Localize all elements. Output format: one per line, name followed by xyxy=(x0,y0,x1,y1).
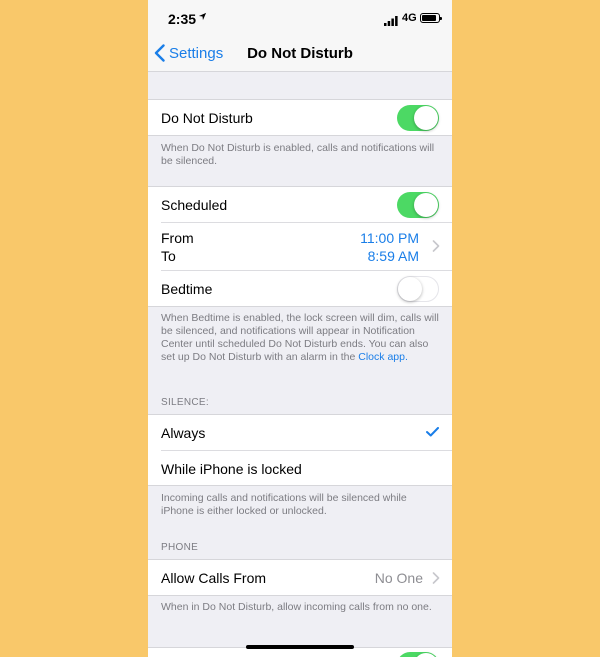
dnd-footer: When Do Not Disturb is enabled, calls an… xyxy=(161,142,435,167)
checkmark-icon xyxy=(426,427,439,437)
network-type: 4G xyxy=(402,12,417,24)
locked-label: While iPhone is locked xyxy=(161,461,302,477)
locked-row[interactable]: While iPhone is locked xyxy=(148,451,452,485)
silence-footer: Incoming calls and notifications will be… xyxy=(161,492,407,517)
phone-footer: When in Do Not Disturb, allow incoming c… xyxy=(161,601,432,613)
scheduled-row: Scheduled xyxy=(148,187,452,222)
dnd-group: Do Not Disturb xyxy=(148,99,452,136)
to-time: 8:59 AM xyxy=(367,248,419,264)
allow-calls-row[interactable]: Allow Calls From No One xyxy=(148,560,452,595)
clock-app-link[interactable]: Clock app. xyxy=(358,351,408,363)
from-label: From xyxy=(161,230,194,246)
always-label: Always xyxy=(161,425,206,441)
dnd-row: Do Not Disturb xyxy=(148,100,452,135)
bedtime-label: Bedtime xyxy=(161,281,213,297)
from-time: 11:00 PM xyxy=(360,230,419,246)
navigation-bar: Settings Do Not Disturb xyxy=(148,36,452,72)
scheduled-label: Scheduled xyxy=(161,197,228,213)
schedule-group: Scheduled From To 11:00 PM 8:59 AM Bedti… xyxy=(148,186,452,307)
always-row[interactable]: Always xyxy=(148,415,452,450)
status-time: 2:35 xyxy=(168,11,197,27)
chevron-right-icon xyxy=(432,240,440,252)
chevron-right-icon xyxy=(432,572,440,584)
phone-header: PHONE xyxy=(161,542,199,553)
to-label: To xyxy=(161,248,176,264)
allow-calls-value: No One xyxy=(374,570,423,586)
allow-calls-label: Allow Calls From xyxy=(161,570,267,586)
from-to-row[interactable]: From To 11:00 PM 8:59 AM xyxy=(148,223,452,270)
battery-icon xyxy=(420,13,442,23)
silence-header: SILENCE: xyxy=(161,397,209,408)
status-bar: 2:35 4G xyxy=(148,0,452,36)
dnd-toggle[interactable] xyxy=(397,105,439,131)
home-indicator[interactable] xyxy=(246,645,354,649)
page-title: Do Not Disturb xyxy=(247,45,353,62)
bedtime-toggle[interactable] xyxy=(397,276,439,302)
bedtime-footer: When Bedtime is enabled, the lock screen… xyxy=(161,312,441,364)
next-toggle[interactable] xyxy=(397,652,439,657)
silence-group: Always While iPhone is locked xyxy=(148,414,452,486)
phone-screen: 2:35 4G Settings Do Not Disturb Do Not D… xyxy=(148,0,452,657)
dnd-label: Do Not Disturb xyxy=(161,110,253,126)
scheduled-toggle[interactable] xyxy=(397,192,439,218)
signal-bars-icon xyxy=(384,13,398,26)
phone-group: Allow Calls From No One xyxy=(148,559,452,596)
location-arrow-icon xyxy=(198,12,207,24)
bedtime-row: Bedtime xyxy=(148,271,452,306)
